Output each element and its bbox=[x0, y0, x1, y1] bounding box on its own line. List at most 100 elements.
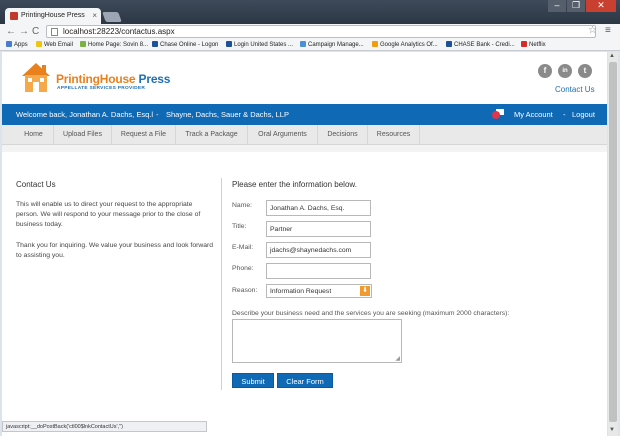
bookmark-label: CHASE Bank - Credi... bbox=[454, 42, 515, 48]
window-maximize-button[interactable]: ❐ bbox=[567, 0, 585, 12]
contact-us-heading: Contact Us bbox=[16, 180, 56, 189]
bookmark-item[interactable]: Apps bbox=[6, 41, 28, 48]
description-textarea[interactable]: ◢ bbox=[232, 319, 402, 363]
bookmark-item[interactable]: Web Email bbox=[36, 41, 73, 48]
bookmarks-bar: Apps Web Email Home Page: Sovin 8... Chase … bbox=[0, 39, 620, 51]
scrollbar-thumb[interactable] bbox=[609, 62, 617, 422]
contact-us-link[interactable]: Contact Us bbox=[555, 85, 595, 94]
separator: - bbox=[563, 110, 566, 119]
bookmark-item[interactable]: Home Page: Sovin 8... bbox=[80, 41, 148, 48]
bookmark-label: Google Analytics Of... bbox=[380, 42, 438, 48]
submit-button[interactable]: Submit bbox=[232, 373, 274, 388]
browser-menu-icon[interactable]: ≡ bbox=[605, 25, 611, 36]
nav-subbar bbox=[2, 145, 607, 152]
bookmark-favicon-icon bbox=[80, 41, 86, 47]
bookmark-item[interactable]: Campaign Manage... bbox=[300, 41, 364, 48]
bookmark-favicon-icon bbox=[372, 41, 378, 47]
page-viewport: PrintingHouse Press APPELLATE SERVICES P… bbox=[2, 52, 607, 436]
tab-close-icon[interactable]: × bbox=[92, 11, 97, 20]
bookmark-label: Login United States ... bbox=[234, 42, 294, 48]
nav-tab-request-a-file[interactable]: Request a File bbox=[112, 125, 176, 145]
bookmark-label: Chase Online - Logon bbox=[160, 42, 219, 48]
phone-field[interactable] bbox=[266, 263, 371, 279]
phone-label: Phone: bbox=[232, 265, 254, 272]
bookmark-item[interactable]: Google Analytics Of... bbox=[372, 41, 438, 48]
email-label: E-Mail: bbox=[232, 244, 254, 251]
bookmark-label: Web Email bbox=[44, 42, 73, 48]
user-bar: Welcome back, Jonathan A. Dachs, Esq.l -… bbox=[2, 104, 607, 125]
site-favicon-icon bbox=[10, 12, 18, 20]
notification-flag-icon[interactable] bbox=[492, 109, 504, 120]
name-label: Name: bbox=[232, 202, 253, 209]
twitter-icon[interactable]: t bbox=[578, 64, 592, 78]
reload-button[interactable]: C bbox=[32, 26, 39, 37]
window-close-button[interactable]: ✕ bbox=[586, 0, 616, 12]
logo-subtitle: APPELLATE SERVICES PROVIDER bbox=[57, 86, 146, 91]
intro-paragraph: This will enable us to direct your reque… bbox=[16, 201, 201, 228]
main-nav: Home Upload Files Request a File Track a… bbox=[2, 125, 607, 145]
house-logo-icon bbox=[22, 63, 50, 92]
email-field[interactable]: jdachs@shaynedachs.com bbox=[266, 242, 371, 258]
linkedin-icon[interactable]: in bbox=[558, 64, 572, 78]
bookmark-item[interactable]: CHASE Bank - Credi... bbox=[446, 41, 515, 48]
nav-tab-upload-files[interactable]: Upload Files bbox=[54, 125, 112, 145]
clear-form-button[interactable]: Clear Form bbox=[277, 373, 333, 388]
status-bar: javascript:__doPostBack('ctl00$lnkContac… bbox=[2, 421, 207, 432]
bookmark-label: Home Page: Sovin 8... bbox=[88, 42, 149, 48]
url-text: localhost:28223/contactus.aspx bbox=[63, 27, 175, 36]
resize-grip-icon[interactable]: ◢ bbox=[395, 355, 400, 362]
bookmark-favicon-icon bbox=[300, 41, 306, 47]
reason-select[interactable]: Information Request ⬇ bbox=[266, 284, 372, 298]
facebook-icon[interactable]: f bbox=[538, 64, 552, 78]
bookmark-favicon-icon bbox=[446, 41, 452, 47]
bookmark-item[interactable]: Chase Online - Logon bbox=[152, 41, 218, 48]
bookmark-favicon-icon bbox=[36, 41, 42, 47]
logout-link[interactable]: Logout bbox=[572, 110, 595, 119]
thanks-paragraph: Thank you for inquiring. We value your b… bbox=[16, 242, 214, 259]
separator: - bbox=[156, 110, 159, 119]
name-field[interactable]: Jonathan A. Dachs, Esq. bbox=[266, 200, 371, 216]
nav-tab-resources[interactable]: Resources bbox=[368, 125, 420, 145]
bookmark-label: Apps bbox=[14, 42, 28, 48]
nav-tab-home[interactable]: Home bbox=[14, 125, 54, 145]
nav-tab-oral-arguments[interactable]: Oral Arguments bbox=[248, 125, 318, 145]
scroll-down-icon[interactable]: ▼ bbox=[609, 427, 615, 433]
title-label: Title: bbox=[232, 223, 247, 230]
logo-title: PrintingHouse Press bbox=[56, 72, 171, 86]
form-heading: Please enter the information below. bbox=[232, 180, 357, 189]
tab-strip: PrintingHouse Press × – ❐ ✕ bbox=[0, 0, 620, 24]
bookmark-favicon-icon bbox=[152, 41, 158, 47]
forward-button[interactable]: → bbox=[19, 26, 29, 37]
firm-name: Shayne, Dachs, Sauer & Dachs, LLP bbox=[166, 110, 289, 119]
bookmark-star-icon[interactable]: ☆ bbox=[588, 25, 597, 36]
bookmark-favicon-icon bbox=[6, 41, 12, 47]
describe-label: Describe your business need and the serv… bbox=[232, 310, 510, 317]
window-minimize-button[interactable]: – bbox=[548, 0, 566, 12]
nav-tab-track-a-package[interactable]: Track a Package bbox=[176, 125, 248, 145]
my-account-link[interactable]: My Account bbox=[514, 110, 553, 119]
reason-label: Reason: bbox=[232, 287, 258, 294]
bookmark-item[interactable]: Login United States ... bbox=[226, 41, 293, 48]
bookmark-label: Campaign Manage... bbox=[308, 42, 364, 48]
new-tab-button[interactable] bbox=[102, 12, 122, 22]
browser-toolbar: ← → C localhost:28223/contactus.aspx ☆ ≡ bbox=[0, 24, 620, 39]
welcome-text: Welcome back, Jonathan A. Dachs, Esq.l bbox=[16, 110, 154, 119]
page-icon bbox=[51, 28, 58, 36]
browser-tab[interactable]: PrintingHouse Press × bbox=[5, 8, 101, 24]
page-scrollbar[interactable]: ▲ ▼ bbox=[608, 52, 618, 436]
column-divider bbox=[221, 178, 222, 390]
site-logo[interactable]: PrintingHouse Press APPELLATE SERVICES P… bbox=[20, 60, 170, 96]
tab-title: PrintingHouse Press bbox=[21, 12, 85, 19]
dropdown-arrow-icon[interactable]: ⬇ bbox=[360, 286, 370, 296]
back-button[interactable]: ← bbox=[6, 26, 16, 37]
bookmark-favicon-icon bbox=[521, 41, 527, 47]
bookmark-label: Netflix bbox=[529, 42, 546, 48]
bookmark-item[interactable]: Netflix bbox=[521, 41, 546, 48]
title-field[interactable]: Partner bbox=[266, 221, 371, 237]
nav-tab-decisions[interactable]: Decisions bbox=[318, 125, 368, 145]
scroll-up-icon[interactable]: ▲ bbox=[609, 53, 615, 59]
reason-selected-value: Information Request bbox=[270, 288, 332, 295]
address-bar[interactable]: localhost:28223/contactus.aspx bbox=[46, 25, 596, 38]
browser-window: PrintingHouse Press × – ❐ ✕ ← → C localh… bbox=[0, 0, 620, 436]
bookmark-favicon-icon bbox=[226, 41, 232, 47]
